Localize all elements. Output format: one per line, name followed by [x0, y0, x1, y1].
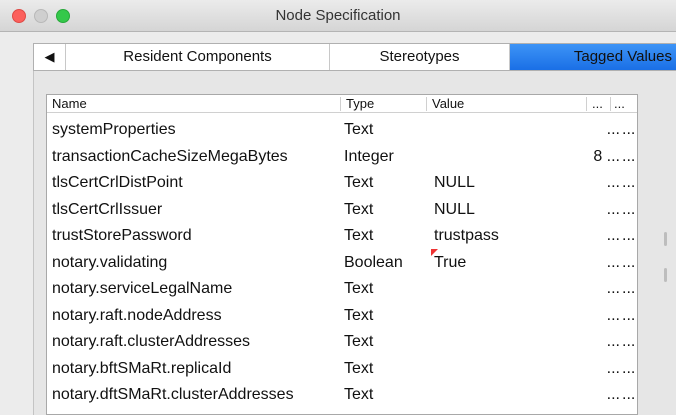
cell-name: notary.validating — [52, 253, 168, 271]
cell-extra2: ... — [622, 174, 636, 191]
column-header-type[interactable]: Type — [341, 97, 427, 111]
resize-handle[interactable] — [664, 268, 667, 282]
cell-extra2: ... — [622, 333, 636, 350]
cell-extra2: ... — [622, 121, 636, 138]
table-row[interactable]: tlsCertCrlDistPoint Text NULL...... — [47, 172, 637, 199]
cell-extra1: ... — [606, 174, 620, 191]
cell-extra2: ... — [622, 147, 636, 165]
table-row[interactable]: notary.raft.clusterAddresses Text...... — [47, 331, 637, 358]
cell-value[interactable]: NULL — [434, 172, 475, 194]
cell-name: notary.raft.clusterAddresses — [52, 333, 251, 350]
cell-extra2: ... — [622, 200, 636, 218]
table-row[interactable]: notary.bftSMaRt.replicaId Text...... — [47, 358, 637, 385]
cell-name: tlsCertCrlDistPoint — [52, 174, 183, 191]
modified-marker-icon — [431, 248, 438, 256]
cell-name: trustStorePassword — [52, 227, 192, 244]
table-row[interactable]: trustStorePassword Text trustpass...... — [47, 225, 637, 252]
cell-type: Text — [344, 200, 374, 218]
table-row[interactable]: notary.serviceLegalName Text...... — [47, 278, 637, 305]
cell-extra1: ... — [606, 359, 620, 377]
cell-type: Text — [344, 333, 374, 350]
tagged-values-table: Name Type Value ... ... systemProperties… — [46, 94, 638, 415]
table-row[interactable]: notary.validating Boolean True...... — [47, 248, 637, 279]
cell-type: Text — [344, 359, 374, 377]
cell-extra2: ... — [622, 280, 636, 297]
cell-value[interactable]: trustpass — [434, 225, 499, 247]
cell-extra1: 8 ... — [593, 147, 620, 165]
cell-name: notary.raft.nodeAddress — [52, 306, 222, 324]
title-bar: Node Specification — [0, 0, 676, 32]
cell-name: notary.serviceLegalName — [52, 280, 233, 297]
cell-extra2: ... — [622, 306, 636, 324]
cell-value[interactable]: NULL — [434, 199, 475, 221]
window-title: Node Specification — [275, 7, 401, 24]
cell-extra1: ... — [606, 333, 620, 350]
table-body: systemProperties Text...... transactionCac… — [47, 119, 637, 411]
cell-value[interactable]: True — [434, 252, 466, 274]
cell-extra2: ... — [622, 253, 636, 271]
cell-name: notary.bftSMaRt.replicaId — [52, 359, 232, 377]
cell-extra1: ... — [606, 200, 620, 218]
table-row[interactable]: tlsCertCrlIssuer Text NULL...... — [47, 199, 637, 226]
cell-extra1: ... — [606, 306, 620, 324]
cell-type: Integer — [344, 147, 394, 165]
cell-name: tlsCertCrlIssuer — [52, 200, 163, 218]
cell-type: Text — [344, 386, 374, 403]
cell-type: Text — [344, 280, 374, 297]
cell-extra2: ... — [622, 386, 636, 403]
column-header-extra1[interactable]: ... — [587, 97, 611, 111]
cell-type: Text — [344, 306, 374, 324]
table-row[interactable]: transactionCacheSizeMegaBytes Integer 8 ..… — [47, 146, 637, 173]
cell-extra2: ... — [622, 227, 636, 244]
tab-resident-components[interactable]: Resident Components — [66, 44, 330, 70]
cell-extra2: ... — [622, 359, 636, 377]
cell-name: notary.dftSMaRt.clusterAddresses — [52, 386, 294, 403]
tab-bar: ◀ Resident Components Stereotypes Tagged… — [33, 43, 676, 71]
cell-extra1: ... — [606, 253, 620, 271]
table-row[interactable]: notary.dftSMaRt.clusterAddresses Text....… — [47, 384, 637, 411]
cell-extra1: ... — [606, 386, 620, 403]
cell-name: transactionCacheSizeMegaBytes — [52, 147, 288, 165]
cell-type: Text — [344, 227, 374, 244]
tab-stereotypes[interactable]: Stereotypes — [330, 44, 510, 70]
tab-tagged-values[interactable]: Tagged Values — [510, 44, 676, 70]
column-header-name[interactable]: Name — [47, 97, 341, 111]
cell-type: Text — [344, 174, 374, 191]
cell-extra1: ... — [606, 227, 620, 244]
cell-extra1: ... — [606, 121, 620, 138]
tab-scroll-left-icon[interactable]: ◀ — [34, 44, 66, 70]
cell-type: Boolean — [344, 253, 403, 271]
column-header-extra2[interactable]: ... — [611, 97, 631, 111]
column-header-value[interactable]: Value — [427, 97, 587, 111]
cell-type: Text — [344, 121, 374, 138]
cell-name: systemProperties — [52, 121, 176, 138]
table-header: Name Type Value ... ... — [47, 95, 637, 113]
cell-extra1: ... — [606, 280, 620, 297]
resize-handle[interactable] — [664, 232, 667, 246]
table-row[interactable]: systemProperties Text...... — [47, 119, 637, 146]
table-row[interactable]: notary.raft.nodeAddress Text...... — [47, 305, 637, 332]
